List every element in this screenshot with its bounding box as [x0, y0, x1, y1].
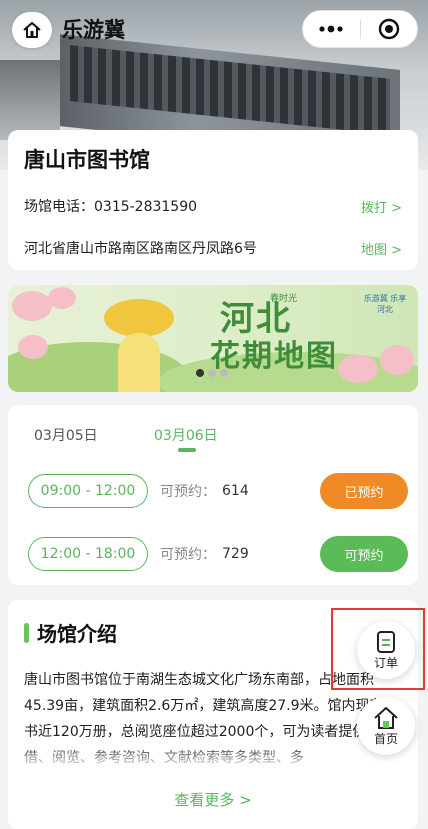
- close-miniprogram-button[interactable]: [361, 11, 418, 47]
- venue-info-card: 唐山市图书馆 场馆电话：0315-2831590 拨打 > 河北省唐山市路南区路…: [8, 130, 418, 270]
- top-bar: 乐游冀: [0, 0, 428, 60]
- available-count: 729: [222, 546, 249, 562]
- booked-button[interactable]: 已预约: [320, 473, 408, 509]
- available-count: 614: [222, 483, 249, 499]
- promo-banner[interactable]: 春时光 河北 花期地图 乐游冀 乐享河北: [8, 285, 418, 392]
- intro-title: 场馆介绍: [37, 622, 117, 646]
- home-icon: [374, 706, 398, 729]
- app-title: 乐游冀: [62, 18, 125, 42]
- home-label: 首页: [373, 731, 398, 746]
- time-slot-pill[interactable]: 12:00 - 18:00: [28, 537, 148, 571]
- active-tab-indicator: [178, 448, 196, 452]
- more-button[interactable]: [303, 11, 360, 47]
- carousel-dot[interactable]: [196, 369, 204, 377]
- view-more-link[interactable]: 查看更多 >: [24, 789, 402, 810]
- carousel-dot[interactable]: [220, 369, 228, 377]
- reserve-button[interactable]: 可预约: [320, 536, 408, 572]
- home-icon-button[interactable]: [12, 12, 52, 48]
- booking-card: 03月05日 03月06日 09:00 - 12:00 可预约： 614 已预约…: [8, 405, 418, 585]
- carousel-dot[interactable]: [208, 369, 216, 377]
- banner-logo: 乐游冀 乐享河北: [363, 294, 407, 314]
- carousel-dots: [196, 369, 228, 377]
- phone-row: 场馆电话：0315-2831590 拨打 >: [24, 196, 402, 216]
- home-icon: [23, 22, 41, 38]
- highlight-box: [331, 608, 425, 690]
- time-slot-row: 09:00 - 12:00 可预约： 614 已预约: [28, 473, 408, 509]
- tab-date-0305[interactable]: 03月05日: [34, 425, 98, 445]
- target-circle-icon: [378, 18, 399, 40]
- miniprogram-capsule: [302, 10, 418, 48]
- heading-accent-bar: [24, 622, 29, 643]
- home-float-button[interactable]: 首页: [357, 697, 415, 755]
- address-text: 河北省唐山市路南区路南区丹凤路6号: [24, 241, 257, 257]
- time-slot-row: 12:00 - 18:00 可预约： 729 可预约: [28, 536, 408, 572]
- venue-name: 唐山市图书馆: [24, 148, 150, 172]
- phone-text: 场馆电话：0315-2831590: [24, 199, 198, 215]
- time-slot-pill[interactable]: 09:00 - 12:00: [28, 474, 148, 508]
- more-dots-icon: [319, 25, 343, 33]
- call-link[interactable]: 拨打 >: [361, 197, 402, 216]
- tab-date-0306[interactable]: 03月06日: [154, 425, 218, 445]
- address-row: 河北省唐山市路南区路南区丹凤路6号 地图 >: [24, 238, 402, 258]
- map-link[interactable]: 地图 >: [361, 239, 402, 258]
- banner-subtitle: 花期地图: [210, 339, 338, 374]
- available-label: 可预约：: [160, 484, 216, 500]
- available-label: 可预约：: [160, 547, 216, 563]
